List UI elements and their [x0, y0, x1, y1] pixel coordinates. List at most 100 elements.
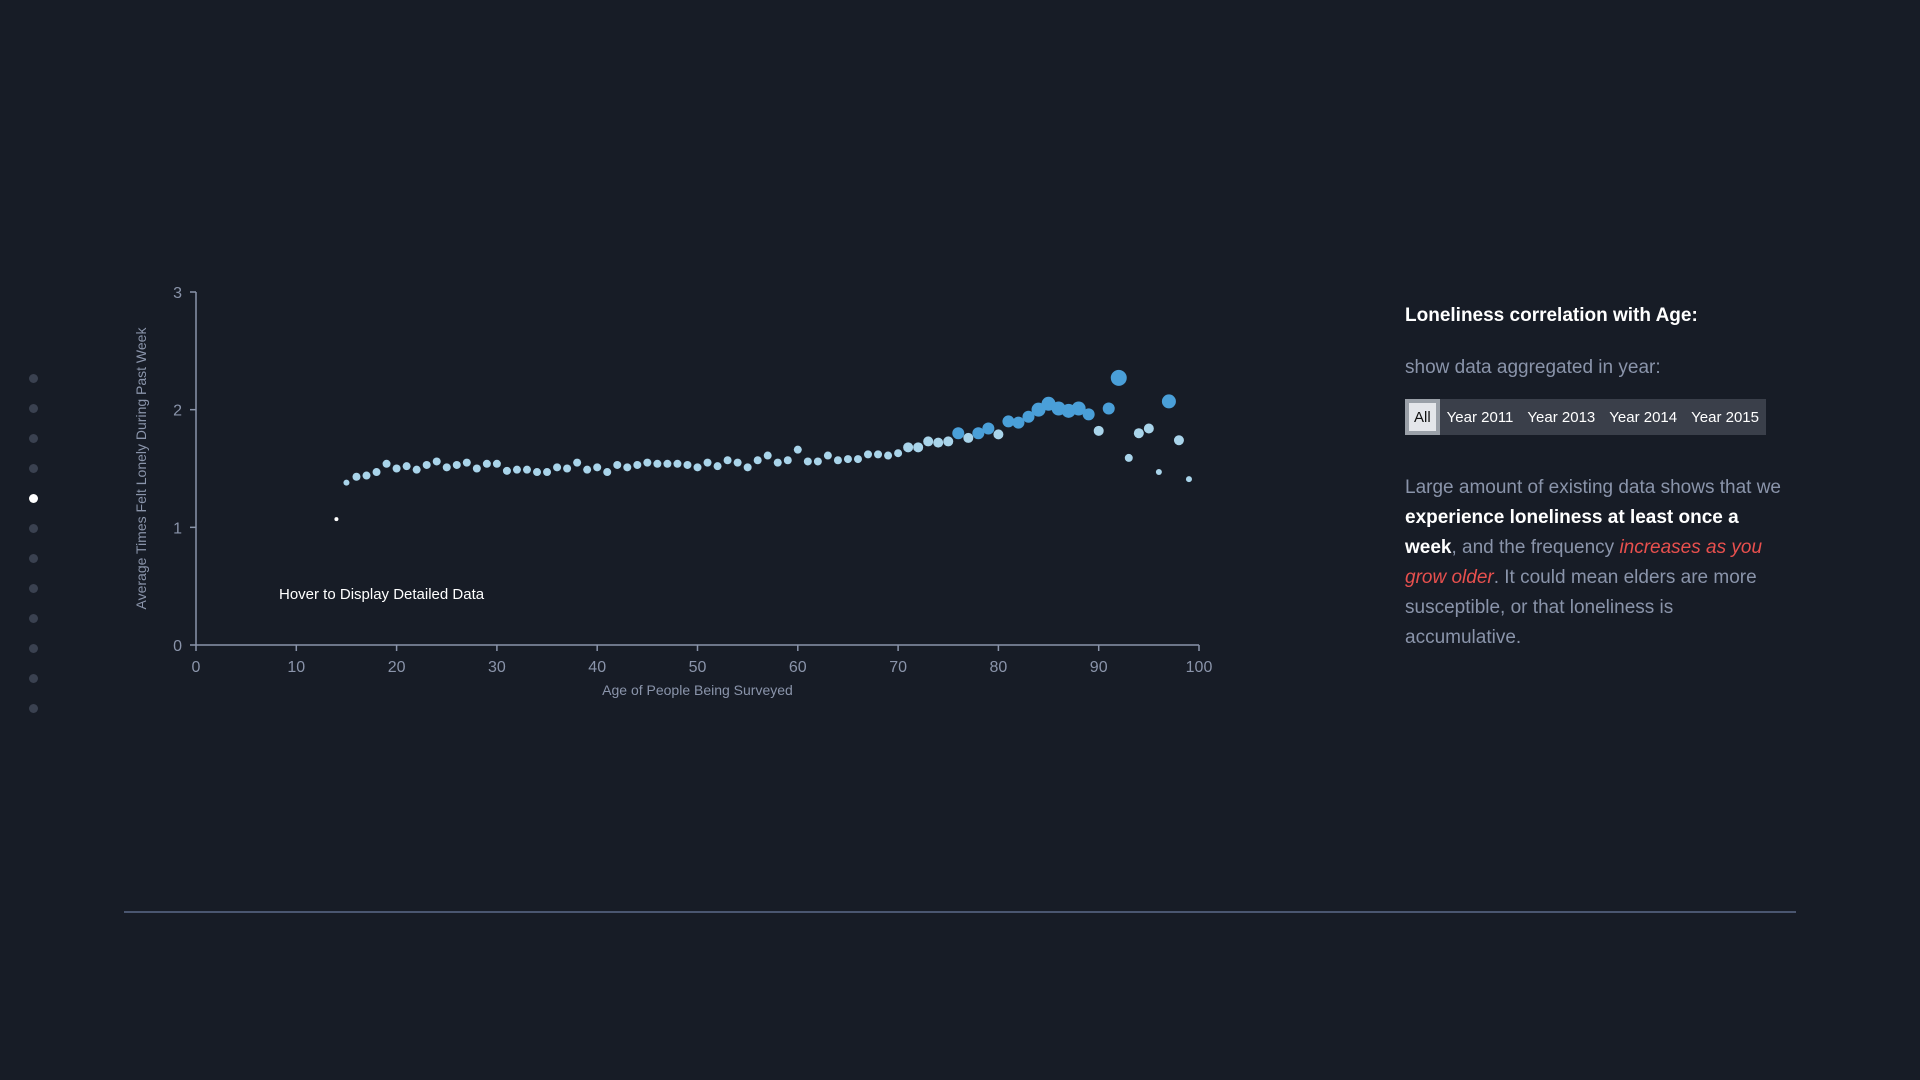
data-point[interactable] — [943, 436, 954, 447]
chart-axes: 0 10 20 30 40 50 60 70 80 90 100 0 1 2 3 — [173, 285, 1212, 676]
data-point[interactable] — [783, 456, 792, 465]
data-point[interactable] — [563, 464, 572, 473]
data-point[interactable] — [593, 463, 602, 472]
data-point[interactable] — [823, 451, 832, 460]
data-point[interactable] — [653, 459, 662, 468]
data-point[interactable] — [843, 455, 852, 464]
data-point[interactable] — [613, 460, 622, 469]
year-option-button[interactable]: Year 2014 — [1602, 399, 1684, 435]
data-point[interactable] — [703, 458, 712, 467]
data-point[interactable] — [623, 463, 632, 472]
data-point[interactable] — [352, 472, 361, 481]
data-point[interactable] — [753, 456, 762, 465]
data-point[interactable] — [573, 458, 582, 467]
data-point[interactable] — [382, 459, 391, 468]
data-point[interactable] — [833, 456, 842, 465]
x-tick-label: 100 — [1186, 659, 1213, 676]
scatter-chart: 0 10 20 30 40 50 60 70 80 90 100 0 1 2 3 Age of People… — [133, 285, 1212, 698]
data-point[interactable] — [952, 427, 965, 440]
x-tick-label: 80 — [990, 659, 1008, 676]
data-point[interactable] — [1173, 435, 1184, 446]
year-option-button[interactable]: Year 2013 — [1520, 399, 1602, 435]
x-tick-label: 30 — [488, 659, 506, 676]
data-point[interactable] — [392, 464, 401, 473]
x-tick-label: 0 — [192, 659, 201, 676]
data-point[interactable] — [963, 432, 974, 443]
data-point[interactable] — [422, 460, 431, 469]
chart-points — [334, 369, 1192, 522]
desc-text-1: Large amount of existing data shows that… — [1405, 477, 1782, 498]
data-point[interactable] — [412, 465, 421, 474]
data-point[interactable] — [533, 468, 542, 477]
data-point[interactable] — [1102, 402, 1115, 415]
data-point[interactable] — [763, 451, 772, 460]
divider — [124, 911, 1796, 913]
data-point[interactable] — [903, 442, 914, 453]
y-axis-title: Average Times Felt Lonely During Past We… — [133, 327, 149, 610]
data-point[interactable] — [432, 457, 441, 466]
data-point[interactable] — [923, 436, 934, 447]
year-option-button[interactable]: All — [1405, 399, 1440, 435]
data-point[interactable] — [982, 422, 995, 435]
data-point[interactable] — [1155, 469, 1162, 476]
data-point[interactable] — [442, 463, 451, 472]
data-point[interactable] — [402, 462, 411, 471]
data-point[interactable] — [853, 455, 862, 464]
data-point[interactable] — [603, 468, 612, 477]
data-point[interactable] — [733, 458, 742, 467]
data-point[interactable] — [793, 445, 802, 454]
data-point[interactable] — [1143, 423, 1154, 434]
data-point[interactable] — [813, 457, 822, 466]
data-point[interactable] — [1133, 428, 1144, 439]
data-point[interactable] — [1124, 453, 1133, 462]
data-point[interactable] — [522, 465, 531, 474]
data-point[interactable] — [693, 463, 702, 472]
x-tick-label: 20 — [388, 659, 406, 676]
data-point[interactable] — [673, 459, 682, 468]
data-point[interactable] — [1082, 408, 1095, 421]
data-point[interactable] — [874, 450, 883, 459]
data-point[interactable] — [334, 517, 339, 522]
data-point[interactable] — [913, 442, 924, 453]
data-point[interactable] — [663, 459, 672, 468]
data-point[interactable] — [773, 458, 782, 467]
x-tick-label: 60 — [789, 659, 807, 676]
data-point[interactable] — [372, 468, 381, 477]
data-point[interactable] — [492, 459, 501, 468]
data-point[interactable] — [683, 460, 692, 469]
data-point[interactable] — [553, 463, 562, 472]
y-tick-label: 1 — [173, 520, 182, 537]
data-point[interactable] — [894, 449, 903, 458]
data-point[interactable] — [1110, 369, 1127, 386]
data-point[interactable] — [472, 464, 481, 473]
data-point[interactable] — [884, 451, 893, 460]
panel-title: Loneliness correlation with Age: — [1405, 305, 1698, 326]
data-point[interactable] — [803, 457, 812, 466]
x-axis-title: Age of People Being Surveyed — [602, 682, 793, 698]
data-point[interactable] — [1012, 416, 1025, 429]
data-point[interactable] — [633, 460, 642, 469]
data-point[interactable] — [1093, 425, 1104, 436]
data-point[interactable] — [993, 429, 1004, 440]
data-point[interactable] — [543, 468, 552, 477]
data-point[interactable] — [502, 466, 511, 475]
data-point[interactable] — [482, 459, 491, 468]
data-point[interactable] — [933, 437, 944, 448]
data-point[interactable] — [1161, 394, 1176, 409]
data-point[interactable] — [512, 465, 521, 474]
data-point[interactable] — [343, 479, 350, 486]
x-tick-label: 70 — [889, 659, 907, 676]
year-option-button[interactable]: Year 2011 — [1440, 399, 1521, 435]
data-point[interactable] — [743, 463, 752, 472]
data-point[interactable] — [452, 460, 461, 469]
data-point[interactable] — [643, 458, 652, 467]
data-point[interactable] — [713, 462, 722, 471]
y-tick-label: 2 — [173, 403, 182, 420]
data-point[interactable] — [462, 458, 471, 467]
data-point[interactable] — [723, 456, 732, 465]
data-point[interactable] — [362, 471, 371, 480]
data-point[interactable] — [583, 465, 592, 474]
data-point[interactable] — [1185, 476, 1192, 483]
year-option-button[interactable]: Year 2015 — [1684, 399, 1766, 435]
data-point[interactable] — [864, 450, 873, 459]
